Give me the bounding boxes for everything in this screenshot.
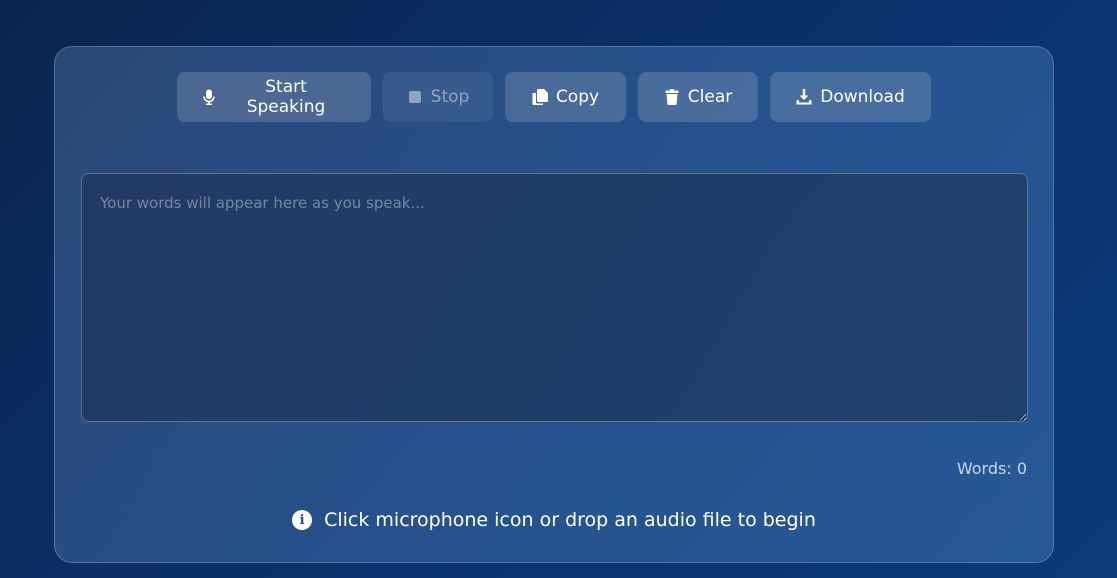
download-label: Download [820, 87, 905, 107]
clear-button[interactable]: Clear [638, 72, 758, 122]
word-count: Words: 0 [956, 459, 1027, 478]
stop-label: Stop [430, 87, 470, 107]
trash-icon [665, 89, 679, 105]
stop-icon [408, 91, 421, 103]
toolbar: Start Speaking Stop Copy Clear Download [55, 72, 1053, 122]
download-icon [796, 89, 812, 105]
info-icon: i [292, 510, 313, 530]
clear-label: Clear [687, 87, 733, 107]
hint-text: Click microphone icon or drop an audio f… [324, 509, 816, 531]
copy-icon [532, 89, 548, 105]
speech-to-text-panel: Start Speaking Stop Copy Clear Download … [54, 46, 1054, 563]
microphone-icon [203, 89, 215, 105]
hint-message: i Click microphone icon or drop an audio… [55, 509, 1053, 531]
stop-button[interactable]: Stop [383, 72, 493, 122]
copy-button[interactable]: Copy [505, 72, 626, 122]
start-speaking-button[interactable]: Start Speaking [177, 72, 371, 122]
start-speaking-label: Start Speaking [246, 77, 326, 117]
download-button[interactable]: Download [770, 72, 931, 122]
copy-label: Copy [555, 87, 600, 107]
transcript-textarea[interactable] [81, 173, 1028, 422]
